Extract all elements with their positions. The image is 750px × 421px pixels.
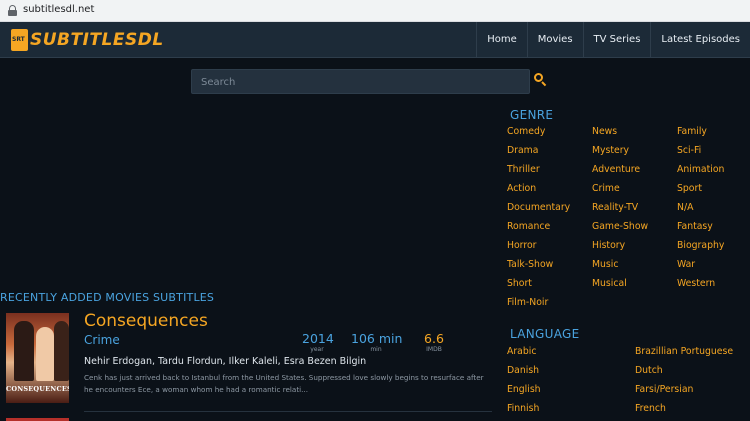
genre-link[interactable]: Adventure	[592, 162, 677, 181]
search-input[interactable]	[192, 71, 529, 94]
genre-list: Comedy News Family Drama Mystery Sci-Fi …	[507, 124, 750, 314]
nav-latest-episodes[interactable]: Latest Episodes	[650, 22, 750, 58]
genre-link[interactable]: Thriller	[507, 162, 592, 181]
genre-link[interactable]: Horror	[507, 238, 592, 257]
genre-link[interactable]: Drama	[507, 143, 592, 162]
genre-link[interactable]: Musical	[592, 276, 677, 295]
nav-home[interactable]: Home	[476, 22, 527, 58]
genre-link[interactable]: News	[592, 124, 677, 143]
genre-link[interactable]: Biography	[677, 238, 750, 257]
movie-year: 2014 year	[302, 331, 334, 353]
genre-link[interactable]: History	[592, 238, 677, 257]
poster-title-text: CONSEQUENCES	[6, 385, 69, 393]
genre-heading: GENRE	[510, 108, 554, 122]
site-header: SRT SUBTITLESDL Home Movies TV Series La…	[0, 22, 750, 58]
logo-badge-icon[interactable]: SRT	[11, 29, 28, 51]
genre-link[interactable]: N/A	[677, 200, 750, 219]
url-text[interactable]: subtitlesdl.net	[23, 4, 94, 15]
lock-icon	[8, 5, 17, 16]
genre-link[interactable]: Comedy	[507, 124, 592, 143]
nav-movies[interactable]: Movies	[526, 22, 583, 58]
movie-poster[interactable]: CONSEQUENCES	[6, 313, 69, 403]
genre-link[interactable]: Mystery	[592, 143, 677, 162]
genre-link[interactable]: Documentary	[507, 200, 592, 219]
language-link[interactable]: Farsi/Persian	[635, 382, 750, 401]
genre-link[interactable]: Reality-TV	[592, 200, 677, 219]
main-nav: Home Movies TV Series Latest Episodes	[476, 22, 750, 58]
search-icon[interactable]	[534, 73, 548, 87]
language-heading: LANGUAGE	[510, 327, 580, 341]
genre-link[interactable]: Romance	[507, 219, 592, 238]
language-link[interactable]: English	[507, 382, 635, 401]
genre-link[interactable]: Fantasy	[677, 219, 750, 238]
movie-imdb-rating: 6.6 IMDB	[424, 331, 444, 353]
nav-tv-series[interactable]: TV Series	[582, 22, 651, 58]
genre-link[interactable]: Crime	[592, 181, 677, 200]
genre-link[interactable]: Animation	[677, 162, 750, 181]
movie-runtime: 106 min min	[351, 331, 403, 353]
genre-link[interactable]: Western	[677, 276, 750, 295]
genre-link[interactable]: Game-Show	[592, 219, 677, 238]
language-link[interactable]: French	[635, 401, 750, 420]
genre-link[interactable]: Film-Noir	[507, 295, 592, 314]
language-link[interactable]: Brazillian Portuguese	[635, 344, 750, 363]
search-box	[191, 69, 530, 94]
genre-link[interactable]: Talk-Show	[507, 257, 592, 276]
genre-link[interactable]: War	[677, 257, 750, 276]
genre-link[interactable]: Action	[507, 181, 592, 200]
recent-movies-heading: RECENTLY ADDED MOVIES SUBTITLES	[0, 291, 215, 304]
movie-title-link[interactable]: Consequences	[84, 311, 208, 331]
language-list: Arabic Brazillian Portuguese Danish Dutc…	[507, 344, 750, 420]
genre-link[interactable]: Family	[677, 124, 750, 143]
language-link[interactable]: Danish	[507, 363, 635, 382]
movie-description: Cenk has just arrived back to Istanbul f…	[84, 373, 484, 394]
movie-genre-link[interactable]: Crime	[84, 333, 120, 347]
genre-link[interactable]: Sci-Fi	[677, 143, 750, 162]
language-link[interactable]: Finnish	[507, 401, 635, 420]
language-link[interactable]: Arabic	[507, 344, 635, 363]
genre-link[interactable]: Music	[592, 257, 677, 276]
genre-link[interactable]: Sport	[677, 181, 750, 200]
movie-cast: Nehir Erdogan, Tardu Flordun, Ilker Kale…	[84, 356, 367, 367]
language-link[interactable]: Dutch	[635, 363, 750, 382]
genre-link[interactable]: Short	[507, 276, 592, 295]
list-divider	[84, 411, 492, 412]
site-logo[interactable]: SUBTITLESDL	[30, 30, 164, 50]
browser-address-bar[interactable]: subtitlesdl.net	[0, 0, 750, 22]
